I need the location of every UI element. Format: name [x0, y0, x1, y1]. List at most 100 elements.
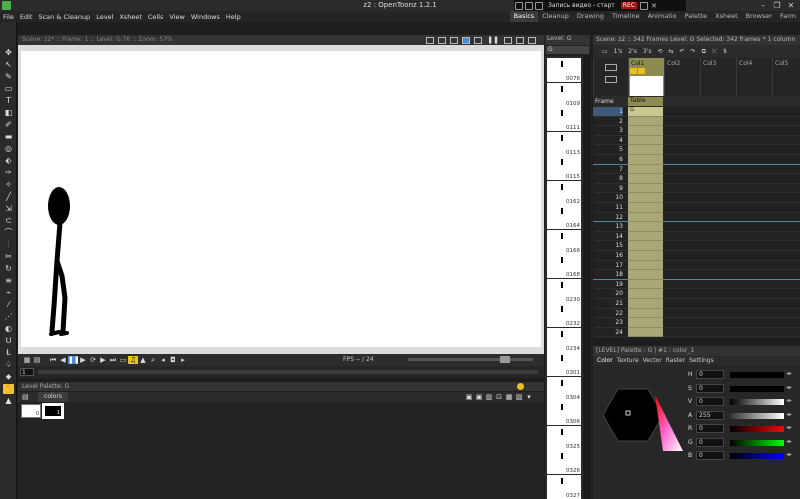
plastic-tool-icon[interactable]: ⁄	[3, 300, 14, 310]
xsheet-row[interactable]: 11	[593, 203, 800, 213]
level-strip-frame[interactable]: 0234	[547, 327, 581, 352]
xsheet-cell[interactable]	[628, 308, 663, 319]
bg-toggle-icon[interactable]: ▤	[32, 356, 42, 364]
style-chip-1[interactable]: 1	[42, 403, 64, 419]
level-strip-frame[interactable]: 0109	[547, 82, 581, 107]
xsheet-cell[interactable]	[628, 231, 663, 242]
more-tools-icon[interactable]: ▲	[3, 396, 14, 406]
room-drawing[interactable]: Drawing	[573, 11, 608, 22]
room-basics[interactable]: Basics	[509, 11, 539, 22]
fps-slider[interactable]	[408, 356, 533, 363]
swing-icon[interactable]: ⥮	[723, 48, 727, 56]
channel-slider-b[interactable]: B 0 ◂▸	[688, 450, 800, 462]
hand-grab-tool-icon[interactable]: ✋	[3, 384, 14, 394]
level-strip-frame[interactable]: 0327	[547, 474, 581, 499]
channel-arrows-icon[interactable]: ◂▸	[786, 384, 792, 391]
selection-tool-icon[interactable]: ↖	[3, 60, 14, 70]
channel-arrows-icon[interactable]: ◂▸	[786, 451, 792, 458]
xsheet-cell[interactable]	[628, 183, 663, 194]
column-header-col4[interactable]: Col4	[736, 58, 772, 96]
channel-value-field[interactable]: 0	[696, 383, 724, 393]
viewer-area[interactable]	[18, 45, 544, 354]
xsheet-row[interactable]: 15	[593, 241, 800, 251]
xsheet-cell[interactable]	[628, 164, 663, 175]
bender-tool-icon[interactable]: ⌒	[3, 228, 14, 238]
level-select[interactable]: G	[545, 45, 590, 55]
step1-button[interactable]: 1's	[614, 48, 623, 55]
room-animation[interactable]: Animatio	[644, 11, 681, 22]
xsheet-row[interactable]: 19	[593, 279, 800, 290]
xsheet-row[interactable]: 18	[593, 270, 800, 280]
xsheet-cell-area[interactable]: 1 G 2 3 4 5 6 7 8 9 10 11 12 13 14 15 16 17 18 19 20 21 22 23 24	[593, 107, 800, 339]
iron-tool-icon[interactable]: ⫶	[3, 240, 14, 250]
control-point-editor-icon[interactable]: ✧	[3, 180, 14, 190]
xsheet-cell[interactable]	[628, 251, 663, 261]
minimize-button[interactable]: –	[756, 1, 770, 10]
xsheet-cell[interactable]	[628, 135, 663, 146]
finger-tool-icon[interactable]: ♤	[3, 360, 14, 370]
xsheet-row[interactable]: 4	[593, 135, 800, 146]
column-header-col1[interactable]: Col1	[628, 58, 664, 96]
channel-slider-r[interactable]: R 0 ◂▸	[688, 423, 800, 435]
menu-windows[interactable]: Windows	[188, 13, 223, 21]
reframe-icon[interactable]: ⟲	[657, 48, 662, 55]
checkerboard-icon[interactable]: ▦	[22, 356, 32, 364]
step3-button[interactable]: 3's	[643, 48, 652, 55]
xsheet-cell[interactable]	[628, 289, 663, 299]
undo-icon[interactable]: ↶	[680, 48, 685, 55]
cutter-tool-icon[interactable]: ✂	[3, 252, 14, 262]
palette-menu-icon[interactable]: ▤	[22, 393, 29, 401]
magnet-tool-icon[interactable]: ⊂	[3, 216, 14, 226]
channel-value-field[interactable]: 0	[696, 370, 724, 379]
xsheet-row[interactable]: 9	[593, 183, 800, 194]
xsheet-cell[interactable]	[628, 174, 663, 184]
tab-texture[interactable]: Texture	[615, 357, 641, 364]
level-strip-frame[interactable]: 0168	[547, 254, 581, 278]
camstand-toggle-icon[interactable]	[638, 68, 645, 74]
xsheet-cell[interactable]	[628, 222, 663, 232]
new-level-icon[interactable]: ▭	[602, 48, 608, 55]
fps-slider-handle[interactable]	[500, 356, 510, 363]
monitor-icon[interactable]	[535, 1, 543, 10]
menu-help[interactable]: Help	[223, 13, 244, 21]
tab-color[interactable]: Color	[595, 357, 615, 364]
last-frame-button[interactable]: ⏭	[108, 356, 118, 365]
step2-button[interactable]: 2's	[628, 48, 637, 55]
redo-icon[interactable]: ↷	[691, 48, 696, 55]
xsheet-row[interactable]: 8	[593, 174, 800, 184]
channel-slider-h[interactable]: H 0 ◂▸	[688, 369, 800, 381]
menu-xsheet[interactable]: Xsheet	[116, 13, 145, 21]
xsheet-row[interactable]: 7	[593, 164, 800, 175]
level-strip-frame[interactable]: 0113	[547, 131, 581, 156]
room-palette[interactable]: Palette	[681, 11, 712, 22]
level-strip-frame[interactable]: 0304	[547, 376, 581, 401]
camera-view-icon[interactable]	[438, 36, 447, 44]
level-strip-frame[interactable]: 0076	[547, 58, 581, 82]
xsheet-row[interactable]: 2	[593, 116, 800, 127]
xsheet-cell[interactable]	[628, 203, 663, 213]
shift-icon[interactable]: ⇆	[668, 48, 673, 55]
paint-brush-tool-icon[interactable]: ✐	[3, 120, 14, 130]
xsheet-row[interactable]: 23	[593, 318, 800, 328]
pause-button[interactable]: ❚❚	[68, 356, 80, 364]
hand-tool-icon[interactable]: ᑌ	[3, 336, 14, 346]
channel-gradient-bar[interactable]	[730, 399, 784, 405]
pause-icon[interactable]: ❚❚	[487, 36, 499, 44]
xsheet-row[interactable]: 17	[593, 260, 800, 271]
zoom-tool-icon[interactable]: ⋰	[3, 312, 14, 322]
channel-value-field[interactable]: 0	[696, 437, 724, 447]
tape-tool-icon[interactable]: ◎	[3, 144, 14, 154]
histogram-icon[interactable]: ▲	[138, 356, 148, 364]
channel-gradient-bar[interactable]	[730, 439, 784, 446]
channel-arrows-icon[interactable]: ◂▸	[786, 438, 792, 445]
xsheet-cell[interactable]	[628, 327, 663, 338]
tab-vector[interactable]: Vector	[641, 357, 664, 364]
channel-value-field[interactable]: 0	[696, 451, 724, 460]
xsheet-cell[interactable]	[628, 126, 663, 136]
field-guide-icon[interactable]	[450, 36, 459, 44]
new-page-icon[interactable]: ▣	[464, 393, 474, 401]
xsheet-cell[interactable]	[628, 241, 663, 251]
type-tool-icon[interactable]: T	[3, 96, 14, 106]
save-palette-icon[interactable]: ▥	[484, 393, 494, 401]
rgb-picker-tool-icon[interactable]: ✑	[3, 168, 14, 178]
